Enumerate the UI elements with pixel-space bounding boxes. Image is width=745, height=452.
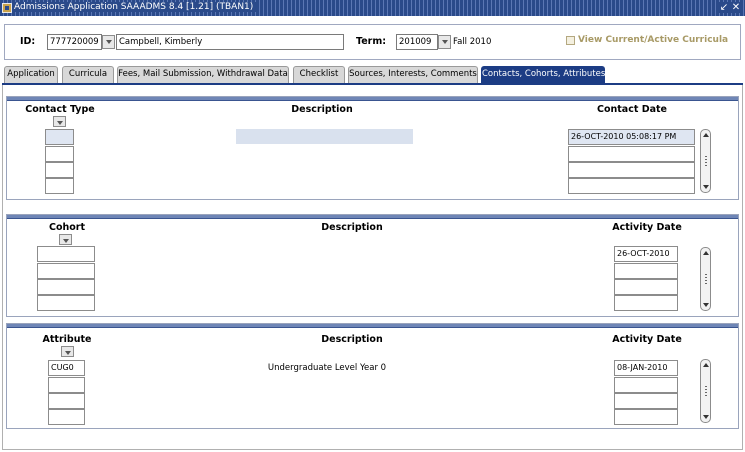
window-title: Admissions Application SAAADMS 8.4 [1.21… — [14, 2, 257, 12]
id-label: ID: — [20, 36, 36, 47]
term-lookup-button[interactable] — [438, 35, 451, 49]
curricula-checkbox[interactable] — [566, 36, 575, 45]
block-header-bar — [7, 324, 738, 328]
contacts-scrollbar[interactable] — [700, 129, 711, 193]
contact-date-cell[interactable] — [568, 162, 695, 178]
scroll-up-icon[interactable] — [703, 133, 709, 137]
scroll-up-icon[interactable] — [703, 363, 709, 367]
attribute-desc-header: Description — [321, 334, 383, 345]
minimize-icon[interactable]: ↙ — [719, 2, 729, 13]
contact-date-cell[interactable]: 26-OCT-2010 05:08:17 PM — [568, 129, 695, 145]
contact-type-cell[interactable] — [45, 162, 74, 178]
contact-type-cell[interactable] — [45, 178, 74, 194]
scroll-grip-icon[interactable] — [705, 386, 707, 396]
tab-sources[interactable]: Sources, Interests, Comments — [348, 66, 478, 83]
contact-description-cell — [236, 129, 413, 144]
attribute-date-cell[interactable] — [614, 409, 678, 425]
cohort-date-cell[interactable] — [614, 263, 678, 279]
cohort-date-cell[interactable]: 26-OCT-2010 — [614, 246, 678, 262]
app-icon — [2, 3, 12, 13]
scroll-up-icon[interactable] — [703, 251, 709, 255]
cohort-desc-header: Description — [321, 222, 383, 233]
tab-curricula[interactable]: Curricula — [62, 66, 114, 83]
id-lookup-button[interactable] — [102, 35, 115, 49]
cohort-date-cell[interactable] — [614, 279, 678, 295]
term-description: Fall 2010 — [453, 37, 492, 47]
cohort-header: Cohort — [48, 222, 85, 233]
title-bar: Admissions Application SAAADMS 8.4 [1.21… — [0, 0, 745, 16]
contact-date-header: Contact Date — [597, 104, 667, 115]
attribute-cell[interactable] — [48, 393, 85, 409]
cohort-cell[interactable] — [37, 279, 95, 295]
scroll-grip-icon[interactable] — [705, 156, 707, 166]
contact-type-cell[interactable] — [45, 129, 74, 145]
scroll-down-icon[interactable] — [703, 185, 709, 189]
contact-desc-header: Description — [291, 104, 353, 115]
term-label: Term: — [356, 36, 387, 47]
cohorts-scrollbar[interactable] — [700, 247, 711, 311]
contact-date-cell[interactable] — [568, 178, 695, 194]
attribute-header: Attribute — [42, 334, 92, 345]
cohort-cell[interactable] — [37, 246, 95, 262]
attribute-date-cell[interactable] — [614, 393, 678, 409]
block-header-bar — [7, 97, 738, 101]
contact-type-cell[interactable] — [45, 146, 74, 162]
attribute-description: Undergraduate Level Year 0 — [267, 363, 387, 373]
name-field[interactable]: Campbell, Kimberly — [116, 34, 344, 50]
attribute-cell[interactable] — [48, 377, 85, 393]
scroll-down-icon[interactable] — [703, 415, 709, 419]
attribute-date-cell[interactable]: 08-JAN-2010 — [614, 360, 678, 376]
close-icon[interactable]: ✕ — [731, 2, 741, 13]
tab-application[interactable]: Application — [4, 66, 58, 83]
cohort-cell[interactable] — [37, 263, 95, 279]
contact-date-cell[interactable] — [568, 146, 695, 162]
attribute-cell[interactable] — [48, 409, 85, 425]
scroll-grip-icon[interactable] — [705, 274, 707, 284]
tab-fees[interactable]: Fees, Mail Submission, Withdrawal Data — [117, 66, 289, 83]
cohort-date-header: Activity Date — [612, 222, 682, 233]
scroll-down-icon[interactable] — [703, 303, 709, 307]
cohort-cell[interactable] — [37, 295, 95, 311]
cohort-date-cell[interactable] — [614, 295, 678, 311]
contact-type-header: Contact Type — [25, 104, 95, 115]
attributes-block: Attribute Description Activity Date CUG0… — [6, 323, 739, 429]
block-header-bar — [7, 215, 738, 219]
tab-checklist[interactable]: Checklist — [293, 66, 345, 83]
contact-type-dropdown-button[interactable] — [53, 116, 66, 127]
attribute-date-cell[interactable] — [614, 377, 678, 393]
contacts-block: Contact Type Description Contact Date 26… — [6, 96, 739, 200]
cohorts-block: Cohort Description Activity Date 26-OCT-… — [6, 214, 739, 317]
term-input[interactable]: 201009 — [396, 34, 438, 50]
id-input[interactable]: 777720009 — [47, 34, 102, 50]
attribute-date-header: Activity Date — [612, 334, 682, 345]
attributes-scrollbar[interactable] — [700, 359, 711, 423]
cohort-dropdown-button[interactable] — [59, 234, 72, 245]
tab-contacts[interactable]: Contacts, Cohorts, Attributes — [481, 66, 605, 83]
curricula-checkbox-label[interactable]: View Current/Active Curricula — [578, 35, 728, 45]
attribute-dropdown-button[interactable] — [61, 346, 74, 357]
attribute-cell[interactable]: CUG0 — [48, 360, 85, 376]
